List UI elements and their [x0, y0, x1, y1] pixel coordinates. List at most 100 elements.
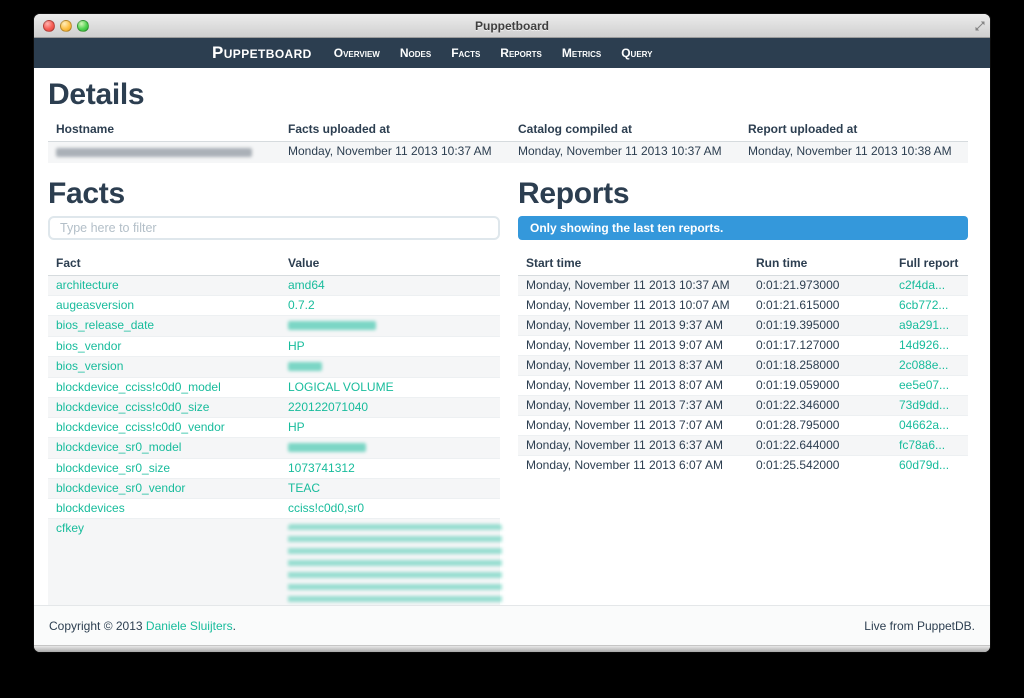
fact-value: 220122071040: [288, 400, 368, 414]
full-report-link[interactable]: 60d79d...: [899, 458, 949, 472]
report-run-time: 0:01:28.795000: [748, 416, 891, 436]
report-start-time: Monday, November 11 2013 8:07 AM: [518, 376, 748, 396]
full-report-link[interactable]: fc78a6...: [899, 438, 945, 452]
report-start-time: Monday, November 11 2013 9:37 AM: [518, 316, 748, 336]
full-report-link[interactable]: ee5e07...: [899, 378, 949, 392]
fact-name-link[interactable]: cfkey: [56, 521, 84, 535]
report-row: Monday, November 11 2013 9:07 AM0:01:17.…: [518, 336, 968, 356]
report-run-time: 0:01:19.059000: [748, 376, 891, 396]
nav-item-nodes[interactable]: Nodes: [390, 46, 441, 60]
full-report-link[interactable]: 73d9dd...: [899, 398, 949, 412]
report-run-time: 0:01:17.127000: [748, 336, 891, 356]
full-report-link[interactable]: 6cb772...: [899, 298, 948, 312]
puppetdb-status-text: Live from PuppetDB.: [864, 619, 975, 633]
reports-table-body: Monday, November 11 2013 10:37 AM0:01:21…: [518, 276, 968, 476]
fact-name-link[interactable]: blockdevices: [56, 501, 125, 515]
fact-name-link[interactable]: blockdevice_cciss!c0d0_size: [56, 400, 209, 414]
fact-name-link[interactable]: bios_vendor: [56, 339, 121, 353]
window-bottom-bar: [34, 645, 990, 652]
report-row: Monday, November 11 2013 7:07 AM0:01:28.…: [518, 416, 968, 436]
fact-name-link[interactable]: bios_version: [56, 359, 123, 373]
navbar-brand[interactable]: Puppetboard: [212, 43, 312, 63]
details-table: Hostname Facts uploaded at Catalog compi…: [48, 118, 968, 163]
fact-row: blockdevicescciss!c0d0,sr0: [48, 499, 500, 519]
fact-value: TEAC: [288, 481, 320, 495]
report-start-time: Monday, November 11 2013 6:37 AM: [518, 436, 748, 456]
nav-item-overview[interactable]: Overview: [324, 46, 390, 60]
report-row: Monday, November 11 2013 8:07 AM0:01:19.…: [518, 376, 968, 396]
fact-row: augeasversion 0.7.2: [48, 296, 500, 316]
nav-item-reports[interactable]: Reports: [490, 46, 552, 60]
facts-section: Facts Fact Value architectureamd64augeas…: [48, 177, 500, 605]
nav-item-query[interactable]: Query: [611, 46, 662, 60]
report-run-time: 0:01:21.973000: [748, 276, 891, 296]
fact-name-link[interactable]: augeasversion: [56, 298, 134, 312]
redacted-value-block: [288, 524, 502, 605]
details-col-hostname: Hostname: [48, 118, 280, 142]
details-col-report-uploaded: Report uploaded at: [740, 118, 968, 142]
fact-name-link[interactable]: blockdevice_sr0_vendor: [56, 481, 185, 495]
report-row: Monday, November 11 2013 8:37 AM0:01:18.…: [518, 356, 968, 376]
full-report-link[interactable]: 2c088e...: [899, 358, 948, 372]
fullscreen-icon[interactable]: [975, 21, 985, 31]
fact-name-link[interactable]: blockdevice_cciss!c0d0_model: [56, 380, 221, 394]
reports-col-start: Start time: [518, 252, 748, 276]
page-footer: Copyright © 2013 Daniele Sluijters. Live…: [34, 605, 990, 645]
report-start-time: Monday, November 11 2013 7:07 AM: [518, 416, 748, 436]
window-titlebar[interactable]: Puppetboard: [34, 14, 990, 38]
page-content: Details Hostname Facts uploaded at Catal…: [34, 68, 990, 605]
report-row: Monday, November 11 2013 10:37 AM0:01:21…: [518, 276, 968, 296]
fact-row: bios_version: [48, 357, 500, 378]
facts-heading: Facts: [48, 177, 500, 211]
fact-row: bios_vendor HP: [48, 337, 500, 357]
facts-col-value: Value: [280, 252, 500, 276]
facts-filter-input[interactable]: [48, 216, 500, 240]
fact-row: bios_release_date: [48, 316, 500, 337]
fact-name-link[interactable]: bios_release_date: [56, 318, 154, 332]
full-report-link[interactable]: 04662a...: [899, 418, 949, 432]
report-run-time: 0:01:25.542000: [748, 456, 891, 476]
fact-value: LOGICAL VOLUME: [288, 380, 394, 394]
report-row: Monday, November 11 2013 6:07 AM0:01:25.…: [518, 456, 968, 476]
nav-item-metrics[interactable]: Metrics: [552, 46, 611, 60]
fact-value: HP: [288, 420, 305, 434]
redacted-value: [288, 362, 322, 371]
details-section: Details Hostname Facts uploaded at Catal…: [48, 78, 968, 163]
full-report-link[interactable]: a9a291...: [899, 318, 949, 332]
fact-row: blockdevice_sr0_size 1073741312: [48, 459, 500, 479]
fact-name-link[interactable]: blockdevice_cciss!c0d0_vendor: [56, 420, 225, 434]
reports-col-runtime: Run time: [748, 252, 891, 276]
fact-value: 1073741312: [288, 461, 355, 475]
redacted-value: [288, 443, 366, 452]
report-uploaded-value: Monday, November 11 2013 10:38 AM: [740, 142, 968, 164]
details-col-facts-uploaded: Facts uploaded at: [280, 118, 510, 142]
report-run-time: 0:01:22.644000: [748, 436, 891, 456]
report-run-time: 0:01:18.258000: [748, 356, 891, 376]
hostname-redacted-value: [56, 148, 252, 157]
copyright-prefix: Copyright © 2013: [49, 619, 146, 633]
report-start-time: Monday, November 11 2013 10:37 AM: [518, 276, 748, 296]
report-row: Monday, November 11 2013 10:07 AM0:01:21…: [518, 296, 968, 316]
fact-row: blockdevice_cciss!c0d0_size 220122071040: [48, 398, 500, 418]
fact-name-link[interactable]: blockdevice_sr0_model: [56, 440, 181, 454]
reports-col-fullreport: Full report: [891, 252, 968, 276]
report-start-time: Monday, November 11 2013 9:07 AM: [518, 336, 748, 356]
report-run-time: 0:01:19.395000: [748, 316, 891, 336]
report-start-time: Monday, November 11 2013 10:07 AM: [518, 296, 748, 316]
full-report-link[interactable]: c2f4da...: [899, 278, 945, 292]
fact-value: 0.7.2: [288, 298, 315, 312]
full-report-link[interactable]: 14d926...: [899, 338, 949, 352]
fact-name-link[interactable]: architecture: [56, 278, 119, 292]
navbar: Puppetboard OverviewNodesFactsReportsMet…: [34, 38, 990, 68]
nav-item-facts[interactable]: Facts: [441, 46, 490, 60]
copyright-suffix: .: [233, 619, 236, 633]
fact-row: blockdevice_cciss!c0d0_model LOGICAL VOLU…: [48, 378, 500, 398]
author-link[interactable]: Daniele Sluijters: [146, 619, 233, 633]
fact-row: blockdevice_cciss!c0d0_vendor HP: [48, 418, 500, 438]
reports-heading: Reports: [518, 177, 968, 211]
fact-name-link[interactable]: blockdevice_sr0_size: [56, 461, 170, 475]
facts-table: Fact Value architectureamd64augeasversio…: [48, 252, 500, 605]
facts-col-fact: Fact: [48, 252, 280, 276]
fact-value: HP: [288, 339, 305, 353]
redacted-value: [288, 321, 376, 330]
